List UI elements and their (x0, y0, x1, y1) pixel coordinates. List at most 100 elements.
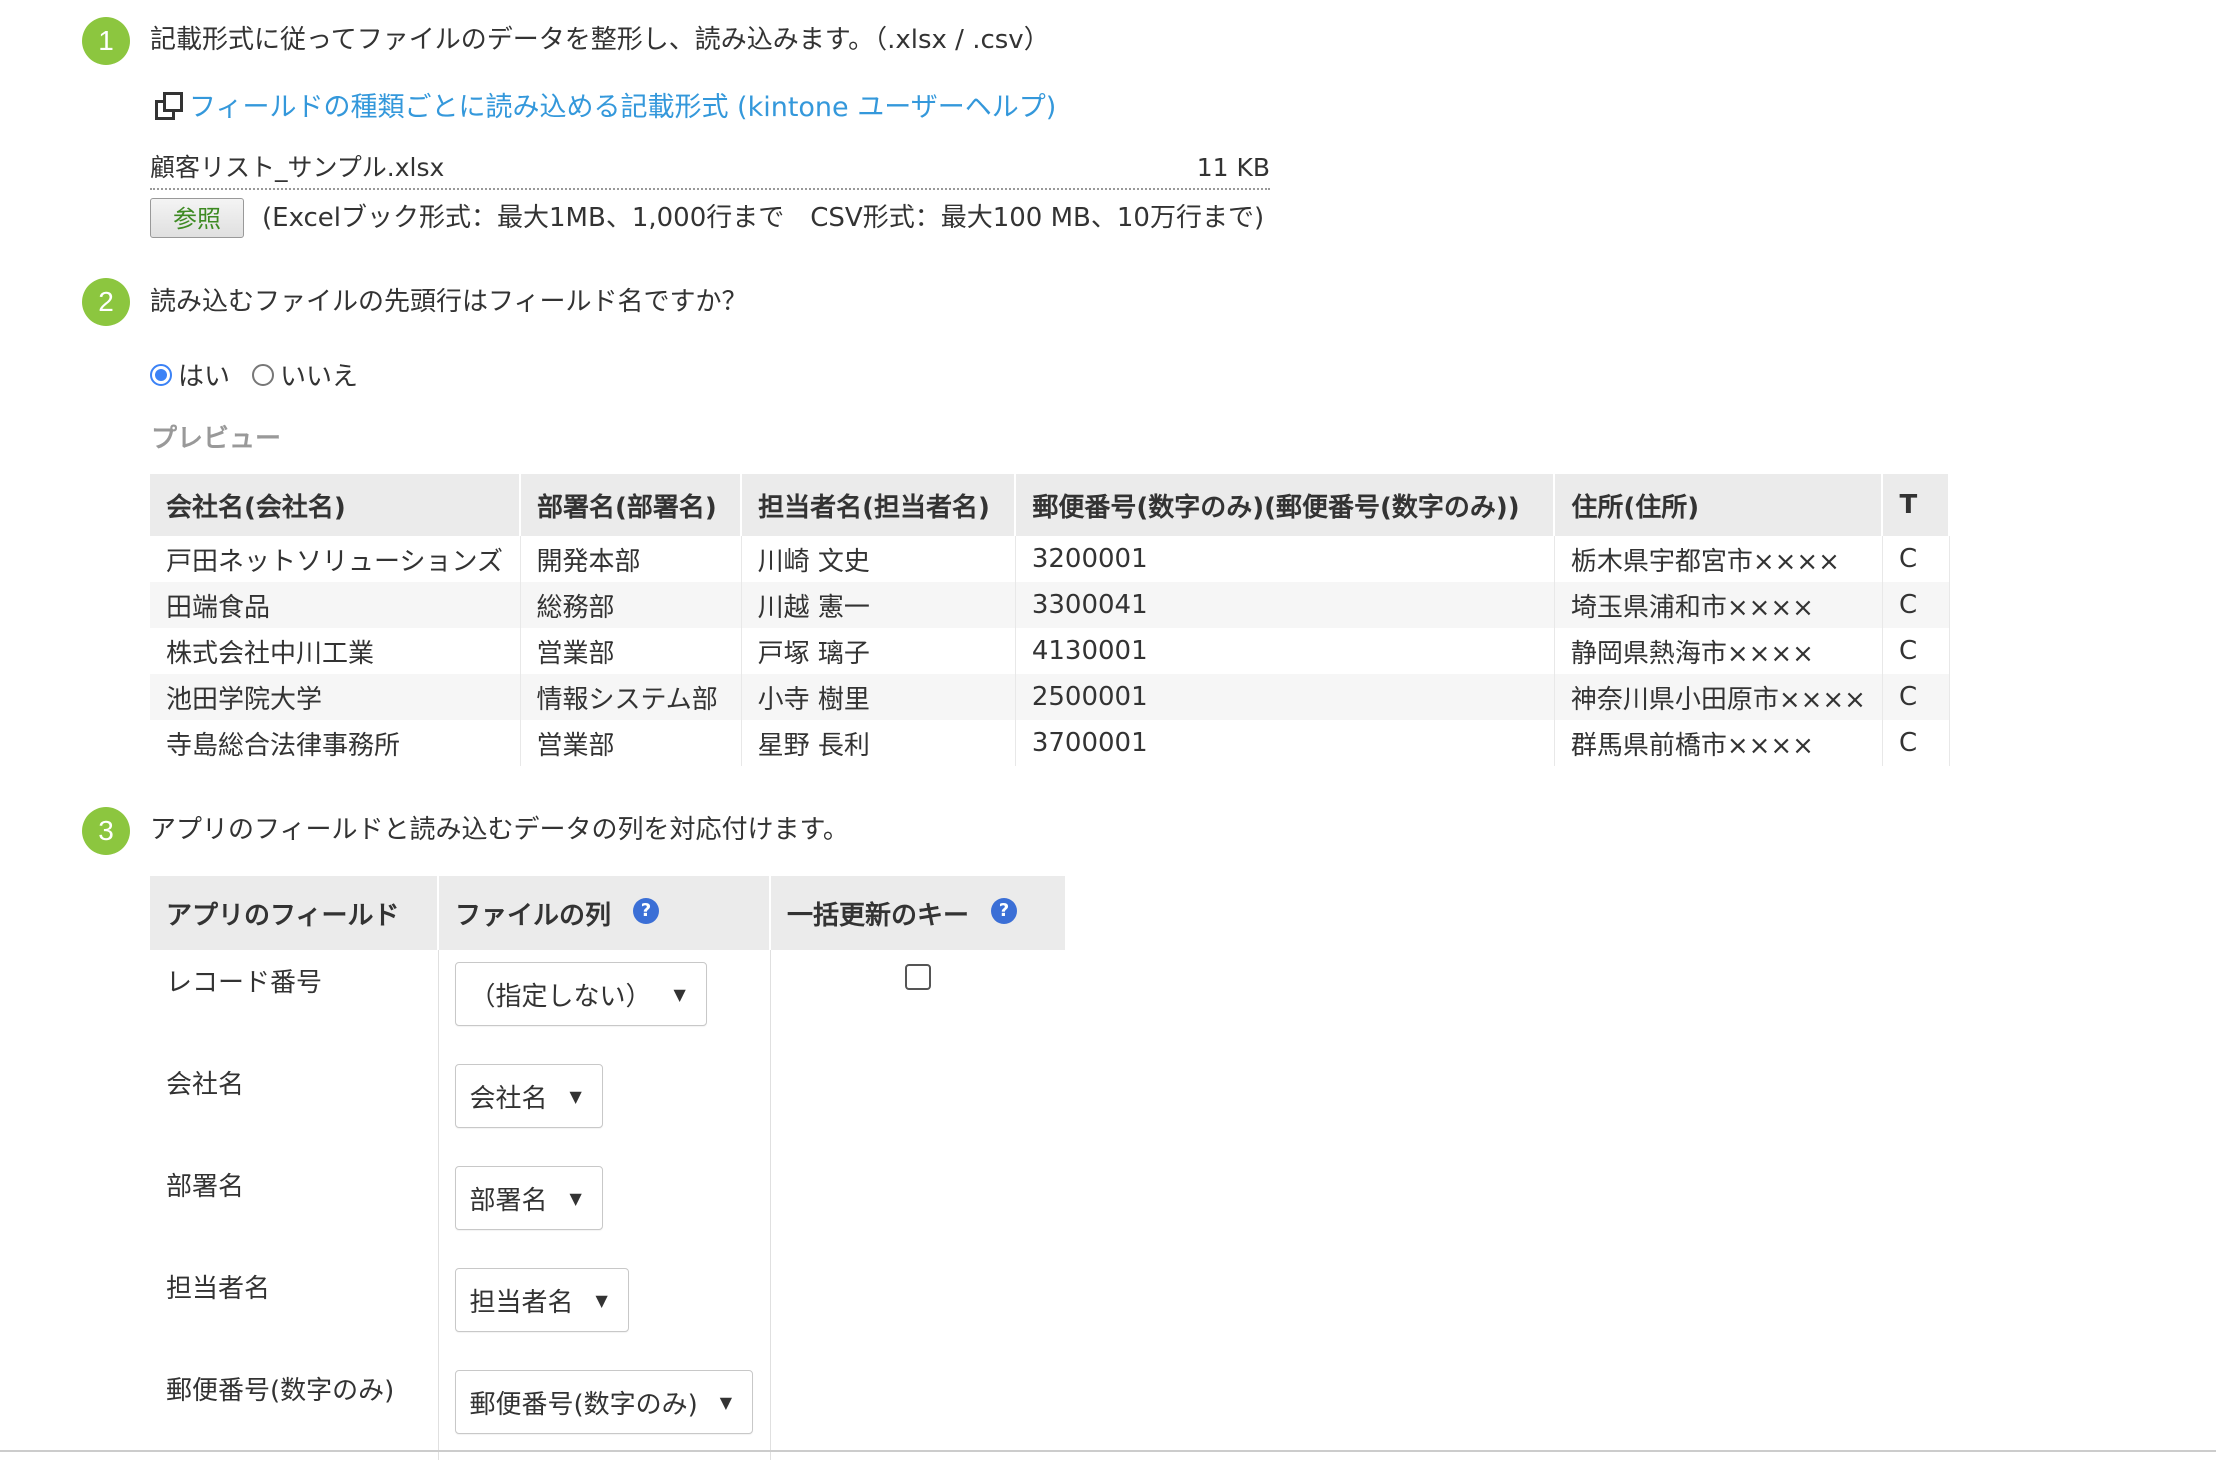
preview-header-department: 部署名(部署名) (520, 474, 743, 536)
mapping-header-field: アプリのフィールド (150, 876, 439, 950)
mapping-key-cell (770, 950, 1066, 1052)
preview-cell: 3700001 (1015, 720, 1555, 766)
format-help-link-text[interactable]: フィールドの種類ごとに読み込める記載形式 (kintone ユーザーヘルプ) (189, 85, 1056, 124)
external-window-icon (155, 91, 183, 120)
step-2-title: 読み込むファイルの先頭行はフィールド名ですか？ (150, 287, 748, 317)
select-value: 担当者名 (469, 1287, 574, 1318)
mapping-key-cell (770, 1154, 1066, 1256)
mapping-row: 担当者名 担当者名 ▼ (150, 1256, 1066, 1358)
preview-cell: 株式会社中川工業 (150, 628, 521, 674)
table-row: 株式会社中川工業 営業部 戸塚 璃子 4130001 静岡県熱海市×××× C (150, 628, 1950, 674)
field-mapping-table: アプリのフィールド ファイルの列? 一括更新のキー? レコード番号 （指定しない… (150, 876, 1067, 1460)
preview-cell: C (1882, 582, 1950, 628)
mapping-header-column-label: ファイルの列 (455, 900, 612, 931)
caret-down-icon: ▼ (595, 1290, 608, 1310)
mapping-column-cell: 部署名 ▼ (437, 1154, 771, 1256)
question-help-icon[interactable]: ? (633, 897, 660, 924)
preview-cell: C (1882, 536, 1950, 582)
preview-cell: 埼玉県浦和市×××× (1554, 582, 1883, 628)
browse-button[interactable]: 参照 (150, 198, 244, 238)
preview-cell: C (1882, 674, 1950, 720)
mapping-key-cell (770, 1256, 1066, 1358)
mapping-header-field-label: アプリのフィールド (166, 900, 400, 931)
preview-cell: 営業部 (520, 628, 742, 674)
preview-table: 会社名(会社名) 部署名(部署名) 担当者名(担当者名) 郵便番号(数字のみ)(… (150, 474, 1950, 766)
step-3-badge: 3 (82, 807, 130, 855)
step-3-title: アプリのフィールドと読み込むデータの列を対応付けます。 (150, 815, 849, 845)
preview-header-postal: 郵便番号(数字のみ)(郵便番号(数字のみ)) (1015, 474, 1556, 536)
table-row: 池田学院大学 情報システム部 小寺 樹里 2500001 神奈川県小田原市×××… (150, 674, 1950, 720)
preview-cell: 総務部 (520, 582, 742, 628)
format-help-link[interactable]: フィールドの種類ごとに読み込める記載形式 (kintone ユーザーヘルプ) (155, 85, 1056, 124)
preview-cell: 川越 憲一 (741, 582, 1016, 628)
select-value: （指定しない） (469, 981, 652, 1012)
preview-cell: 3200001 (1015, 536, 1555, 582)
mapping-header-key: 一括更新のキー? (770, 876, 1067, 950)
mapping-column-cell: 会社名 ▼ (437, 1052, 771, 1154)
mapping-column-cell: 担当者名 ▼ (437, 1256, 771, 1358)
preview-header-row: 会社名(会社名) 部署名(部署名) 担当者名(担当者名) 郵便番号(数字のみ)(… (150, 474, 1950, 536)
mapping-header-column: ファイルの列? (438, 876, 771, 950)
selected-file-row: 顧客リスト_サンプル.xlsx 11 KB (150, 148, 1270, 190)
mapping-row: 部署名 部署名 ▼ (150, 1154, 1066, 1256)
preview-cell: 川崎 文史 (741, 536, 1016, 582)
radio-yes-label[interactable]: はい (178, 356, 230, 393)
preview-label: プレビュー (151, 424, 282, 454)
caret-down-icon: ▼ (569, 1086, 582, 1106)
column-select-department[interactable]: 部署名 ▼ (454, 1166, 603, 1230)
mapping-column-cell: （指定しない） ▼ (437, 950, 771, 1052)
radio-no[interactable] (252, 363, 275, 386)
header-row-radio-group: はい いいえ (150, 356, 380, 393)
mapping-row: レコード番号 （指定しない） ▼ (150, 950, 1066, 1052)
preview-cell: 神奈川県小田原市×××× (1554, 674, 1883, 720)
mapping-header-key-label: 一括更新のキー (787, 900, 970, 931)
select-value: 部署名 (469, 1185, 548, 1216)
mapping-row: 会社名 会社名 ▼ (150, 1052, 1066, 1154)
column-select-company[interactable]: 会社名 ▼ (454, 1064, 603, 1128)
file-name: 顧客リスト_サンプル.xlsx (150, 153, 445, 182)
preview-cell: 戸田ネットソリューションズ (150, 536, 521, 582)
mapping-key-cell (770, 1052, 1066, 1154)
preview-cell: 開発本部 (520, 536, 742, 582)
mapping-field-name: 郵便番号(数字のみ) (166, 1376, 395, 1406)
question-help-icon[interactable]: ? (991, 897, 1018, 924)
preview-header-address: 住所(住所) (1554, 474, 1884, 536)
preview-cell: 4130001 (1015, 628, 1555, 674)
column-select-postal[interactable]: 郵便番号(数字のみ) ▼ (454, 1370, 754, 1434)
table-row: 寺島総合法律事務所 営業部 星野 長利 3700001 群馬県前橋市×××× C (150, 720, 1950, 766)
preview-cell: 静岡県熱海市×××× (1554, 628, 1883, 674)
mapping-column-cell: 郵便番号(数字のみ) ▼ (437, 1358, 771, 1460)
mapping-key-cell (770, 1358, 1066, 1460)
caret-down-icon: ▼ (673, 984, 686, 1004)
caret-down-icon: ▼ (569, 1188, 582, 1208)
preview-cell: 田端食品 (150, 582, 521, 628)
preview-cell: 寺島総合法律事務所 (150, 720, 521, 766)
bottom-divider (0, 1450, 2216, 1452)
preview-cell: 池田学院大学 (150, 674, 521, 720)
column-select-record-number[interactable]: （指定しない） ▼ (454, 962, 707, 1026)
file-size: 11 KB (1196, 153, 1270, 182)
preview-cell: 2500001 (1015, 674, 1555, 720)
preview-cell: 戸塚 璃子 (741, 628, 1016, 674)
column-select-contact[interactable]: 担当者名 ▼ (454, 1268, 629, 1332)
select-value: 郵便番号(数字のみ) (469, 1389, 698, 1420)
preview-table-container[interactable]: 会社名(会社名) 部署名(部署名) 担当者名(担当者名) 郵便番号(数字のみ)(… (150, 474, 1950, 770)
step-1-badge: 1 (82, 17, 130, 65)
preview-cell: 小寺 樹里 (741, 674, 1016, 720)
table-row: 戸田ネットソリューションズ 開発本部 川崎 文史 3200001 栃木県宇都宮市… (150, 536, 1950, 582)
mapping-header-row: アプリのフィールド ファイルの列? 一括更新のキー? (150, 876, 1067, 950)
mapping-field-name: レコード番号 (166, 968, 323, 998)
preview-cell: 星野 長利 (741, 720, 1016, 766)
radio-no-label[interactable]: いいえ (280, 356, 358, 393)
radio-yes[interactable] (150, 363, 172, 386)
preview-cell: 3300041 (1015, 582, 1555, 628)
preview-cell: C (1882, 720, 1950, 766)
table-row: 田端食品 総務部 川越 憲一 3300041 埼玉県浦和市×××× C (150, 582, 1950, 628)
step-1-title: 記載形式に従ってファイルのデータを整形し、読み込みます。（.xlsx / .cs… (150, 25, 1050, 55)
update-key-checkbox[interactable] (905, 964, 932, 990)
step-2-badge: 2 (82, 278, 130, 326)
preview-header-tel: T (1882, 474, 1950, 536)
file-limits-text: (Excelブック形式：最大1MB、1,000行まで CSV形式：最大100 M… (262, 203, 1265, 233)
mapping-field-name: 会社名 (166, 1070, 245, 1100)
preview-cell: 営業部 (520, 720, 742, 766)
